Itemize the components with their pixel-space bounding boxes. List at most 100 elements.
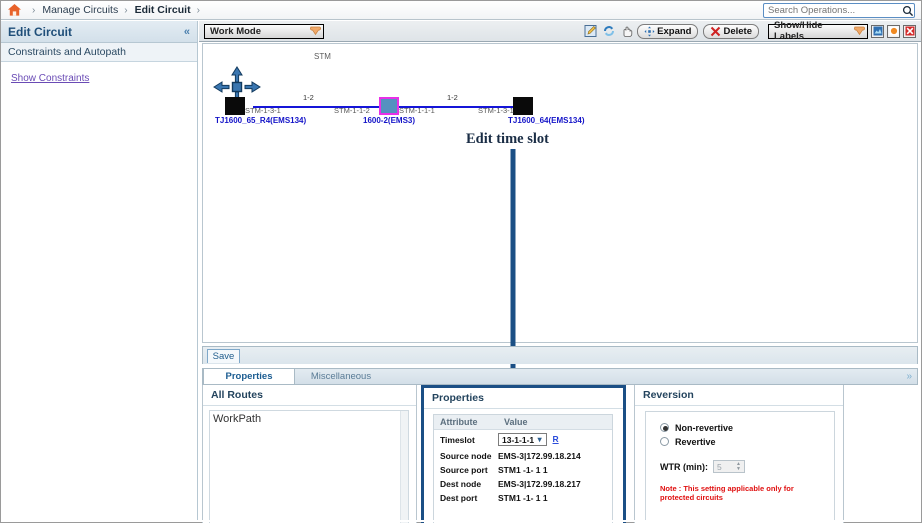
radio-button-icon-revertive[interactable] bbox=[660, 437, 669, 446]
routes-scrollbar[interactable] bbox=[400, 411, 408, 523]
port-label-4: STM-1-3-1 bbox=[478, 106, 514, 115]
sidebar-body: Show Constraints bbox=[1, 62, 197, 84]
column-header-attribute: Attribute bbox=[440, 417, 478, 427]
attribute-dest-port: Dest port bbox=[440, 493, 478, 503]
search-icon[interactable] bbox=[902, 4, 914, 17]
save-bar: Save bbox=[202, 346, 918, 364]
stepper-arrows-icon[interactable]: ▲ ▼ bbox=[734, 461, 743, 472]
attribute-source-node: Source node bbox=[440, 451, 492, 461]
hand-pan-icon[interactable] bbox=[619, 24, 634, 39]
wtr-field-row: WTR (min): 5 ▲ ▼ bbox=[660, 460, 834, 473]
circuit-diagram: STM 1-2 1-2 STM-1-3-1 STM-1-1-2 STM-1-1-… bbox=[203, 44, 919, 344]
reversion-note: Note : This setting applicable only for … bbox=[660, 484, 794, 503]
value-dest-node: EMS-3|172.99.18.217 bbox=[498, 479, 581, 489]
bottom-panels: All Routes WorkPath Properties Attribute… bbox=[202, 385, 918, 523]
radio-revertive[interactable]: Revertive bbox=[660, 435, 834, 448]
node-label-1600-2-ems3: 1600-2(EMS3) bbox=[363, 116, 416, 125]
port-label-2: STM-1-1-2 bbox=[334, 106, 370, 115]
clear-icon[interactable] bbox=[903, 24, 916, 38]
radio-label-non-revertive: Non-revertive bbox=[675, 422, 734, 433]
sidebar-section-constraints-and-autopath: Constraints and Autopath bbox=[1, 43, 197, 62]
wtr-label: WTR (min): bbox=[660, 461, 708, 472]
link-label-1: 1-2 bbox=[303, 93, 314, 102]
expand-label: Expand bbox=[657, 25, 692, 37]
properties-table-header: Attribute Value bbox=[434, 415, 612, 430]
show-hide-labels-label: Show/Hide Labels bbox=[774, 20, 823, 42]
refresh-icon[interactable] bbox=[601, 24, 616, 39]
sidebar-title-text: Edit Circuit bbox=[8, 24, 73, 39]
show-hide-labels-dropdown[interactable]: Show/Hide Labels bbox=[768, 20, 868, 42]
table-row-timeslot: Timeslot 13-1-1-1 ▾ R bbox=[434, 430, 612, 449]
timeslot-selected-value: 13-1-1-1 bbox=[502, 434, 535, 445]
home-icon[interactable] bbox=[7, 3, 22, 17]
sidebar-collapse-icon[interactable]: « bbox=[184, 26, 190, 38]
bottom-tabstrip: Properties Miscellaneous » bbox=[202, 368, 918, 385]
main-region: Work Mode Expand Delete Show/Hide Labels… bbox=[199, 20, 921, 523]
expand-button[interactable]: Expand bbox=[637, 23, 699, 39]
table-row: Dest port STM1 -1- 1 1 bbox=[434, 491, 612, 505]
chevron-down-icon-timeslot[interactable]: ▾ bbox=[534, 435, 545, 444]
breadcrumb-separator-1: › bbox=[32, 4, 36, 16]
show-constraints-link[interactable]: Show Constraints bbox=[11, 73, 89, 84]
tab-properties[interactable]: Properties bbox=[203, 368, 295, 384]
column-header-value: Value bbox=[504, 417, 528, 427]
expand-arrows-icon bbox=[644, 26, 655, 36]
value-source-node: EMS-3|172.99.18.214 bbox=[498, 451, 581, 461]
properties-panel: Properties Attribute Value Timeslot 13-1… bbox=[421, 385, 626, 523]
delete-button[interactable]: Delete bbox=[703, 23, 759, 39]
value-source-port: STM1 -1- 1 1 bbox=[498, 465, 548, 475]
attribute-source-port: Source port bbox=[440, 465, 488, 475]
save-button[interactable]: Save bbox=[207, 349, 240, 363]
sidebar: Edit Circuit « Constraints and Autopath … bbox=[1, 21, 198, 522]
properties-table: Attribute Value Timeslot 13-1-1-1 ▾ R So… bbox=[433, 414, 613, 523]
properties-title: Properties bbox=[424, 388, 623, 409]
toolbar-right-group: Expand Delete Show/Hide Labels bbox=[583, 20, 921, 42]
canvas-toolbar: Work Mode Expand Delete Show/Hide Labels bbox=[199, 20, 921, 42]
chevron-down-icon[interactable] bbox=[308, 26, 321, 37]
all-routes-list[interactable]: WorkPath bbox=[209, 410, 409, 523]
timeslot-select[interactable]: 13-1-1-1 ▾ bbox=[498, 433, 548, 446]
timeslot-r-link[interactable]: R bbox=[553, 434, 559, 444]
breadcrumb-separator-2: › bbox=[124, 4, 128, 16]
list-item[interactable]: WorkPath bbox=[213, 413, 405, 425]
all-routes-panel: All Routes WorkPath bbox=[202, 385, 417, 523]
panel-collapse-icon[interactable]: » bbox=[906, 371, 912, 382]
timeslot-value-cell: 13-1-1-1 ▾ R bbox=[498, 433, 612, 446]
edit-circuit-window: › Manage Circuits › Edit Circuit › Edit … bbox=[0, 0, 922, 523]
table-row: Source port STM1 -1- 1 1 bbox=[434, 463, 612, 477]
work-mode-dropdown[interactable]: Work Mode bbox=[204, 23, 324, 39]
table-row: Source node EMS-3|172.99.18.214 bbox=[434, 449, 612, 463]
radio-non-revertive[interactable]: Non-revertive bbox=[660, 421, 834, 434]
search-input[interactable] bbox=[764, 4, 902, 17]
breadcrumb-item-edit-circuit[interactable]: Edit Circuit bbox=[135, 4, 191, 16]
value-dest-port: STM1 -1- 1 1 bbox=[498, 493, 548, 503]
link-label-2: 1-2 bbox=[447, 93, 458, 102]
wtr-stepper[interactable]: 5 ▲ ▼ bbox=[712, 460, 745, 473]
search-operations-box[interactable] bbox=[763, 3, 915, 18]
radio-label-revertive: Revertive bbox=[675, 436, 716, 447]
breadcrumb-separator-3: › bbox=[196, 4, 200, 16]
highlight-icon[interactable] bbox=[887, 24, 900, 38]
work-mode-label: Work Mode bbox=[210, 25, 262, 37]
radio-button-icon-non-revertive[interactable] bbox=[660, 423, 669, 432]
breadcrumb-item-manage-circuits[interactable]: Manage Circuits bbox=[42, 4, 118, 16]
sidebar-title: Edit Circuit « bbox=[1, 21, 197, 43]
fit-to-screen-icon[interactable] bbox=[871, 24, 884, 38]
topology-canvas[interactable]: STM 1-2 1-2 STM-1-3-1 STM-1-1-2 STM-1-1-… bbox=[202, 43, 918, 343]
all-routes-title: All Routes bbox=[203, 385, 416, 406]
node-tj1600-64[interactable] bbox=[513, 97, 533, 115]
sidebar-section-label: Constraints and Autopath bbox=[8, 46, 126, 58]
reversion-form: Non-revertive Revertive WTR (min): 5 ▲▼ bbox=[645, 411, 835, 521]
chevron-down-icon-2[interactable] bbox=[852, 26, 865, 37]
edit-pencil-icon[interactable] bbox=[583, 24, 598, 39]
reversion-panel: Reversion Non-revertive Revertive WTR (m… bbox=[634, 385, 844, 523]
node-1600-2-ems3[interactable] bbox=[379, 97, 399, 115]
tab-miscellaneous[interactable]: Miscellaneous bbox=[295, 368, 387, 384]
timeslot-label: Timeslot bbox=[440, 434, 475, 445]
port-label-1: STM-1-3-1 bbox=[245, 106, 281, 115]
node-tj1600-65-r4[interactable] bbox=[225, 97, 245, 115]
node-label-tj1600-64: TJ1600_64(EMS134) bbox=[508, 116, 585, 125]
table-row: Dest node EMS-3|172.99.18.217 bbox=[434, 477, 612, 491]
port-label-3: STM-1-1-1 bbox=[399, 106, 435, 115]
attribute-dest-node: Dest node bbox=[440, 479, 482, 489]
